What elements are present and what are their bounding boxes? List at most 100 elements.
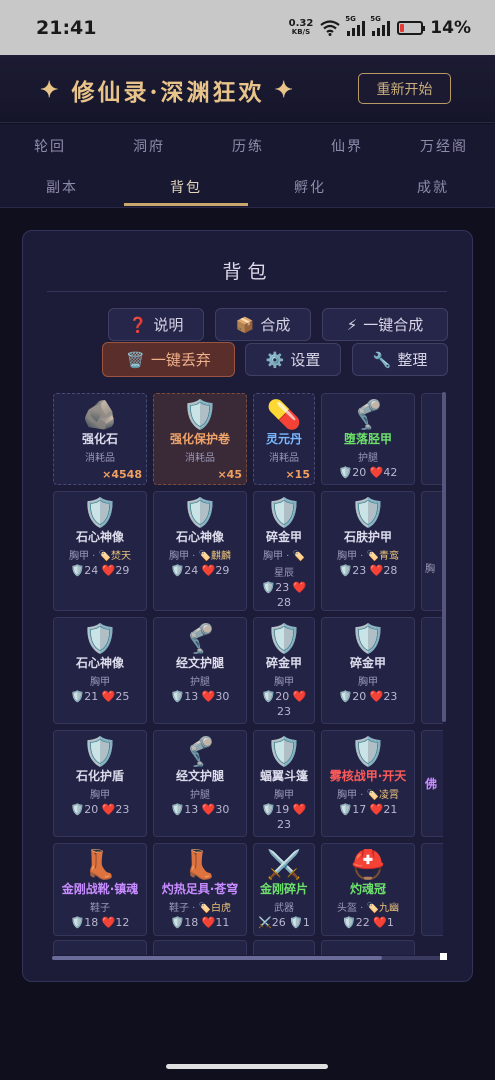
item-icon: 🦿 xyxy=(182,735,218,768)
item-type: 护腿 xyxy=(190,677,210,688)
inventory-item[interactable]: 🛡️ 石化护盾 胸甲 🛡️20 ❤️23 xyxy=(53,730,147,837)
item-icon: 🛡️ xyxy=(182,398,218,431)
item-name: 碎金甲 xyxy=(265,656,302,670)
inventory-item-partial[interactable] xyxy=(321,940,415,955)
tag-label: 🏷️ xyxy=(292,551,305,562)
sort-button[interactable]: 🔧 整理 xyxy=(352,343,448,376)
inventory-item[interactable]: ⛑️ 灼魂冠 头盔 · 🏷️九幽 🛡️22 ❤️1 xyxy=(321,843,415,936)
star-icon: ✦ xyxy=(40,77,62,103)
craft-button[interactable]: 📦 合成 xyxy=(215,308,311,341)
status-bar: 21:41 0.32 KB/S 5G 5G 14% xyxy=(0,0,495,55)
vertical-scrollbar[interactable] xyxy=(442,392,446,722)
item-icon: 🛡️ xyxy=(266,496,302,529)
star-icon: ✦ xyxy=(274,77,296,103)
item-type: 胸甲 xyxy=(90,677,110,688)
item-name: 灵元丹 xyxy=(265,432,302,446)
item-type: 消耗品 xyxy=(185,453,215,464)
item-name: 石心神像 xyxy=(75,656,124,670)
item-name: 石化护盾 xyxy=(75,769,124,783)
item-stats: 🛡️17 ❤️21 xyxy=(338,803,398,816)
inventory-item[interactable]: 🛡️ 碎金甲 胸甲 🛡️20 ❤️ 23 xyxy=(253,617,315,724)
item-icon: 🛡️ xyxy=(82,496,118,529)
active-tab-indicator xyxy=(124,203,248,206)
item-name: 灼魂冠 xyxy=(349,882,386,896)
inventory-item-partial[interactable] xyxy=(153,940,247,955)
inventory-item[interactable]: 🛡️ 石肤护甲 胸甲 · 🏷️青鸾 🛡️23 ❤️28 xyxy=(321,491,415,611)
item-icon: 🪨 xyxy=(82,398,118,431)
tab-lunhui[interactable]: 轮回 xyxy=(34,136,66,156)
item-icon: 🛡️ xyxy=(266,735,302,768)
inventory-item-partial[interactable]: 胸 xyxy=(421,491,443,611)
inventory-item-partial[interactable] xyxy=(421,617,443,724)
inventory-item[interactable]: 🪨 强化石 消耗品 ×4548 xyxy=(53,393,147,485)
inventory-item[interactable]: 🛡️ 碎金甲 胸甲 · 🏷️ 星辰 🛡️23 ❤️ 28 xyxy=(253,491,315,611)
inventory-item[interactable]: 🛡️ 石心神像 胸甲 🛡️21 ❤️25 xyxy=(53,617,147,724)
item-stats: 🛡️20 ❤️ 23 xyxy=(261,690,307,718)
inventory-item[interactable]: 🦿 经文护腿 护腿 🛡️13 ❤️30 xyxy=(153,617,247,724)
item-type: 鞋子 · 🏷️白虎 xyxy=(169,903,231,914)
panel-title: 背包 xyxy=(222,261,273,283)
help-button[interactable]: ❓ 说明 xyxy=(108,308,204,341)
inventory-item[interactable]: 👢 灼热足具·苍穹 鞋子 · 🏷️白虎 🛡️18 ❤️11 xyxy=(153,843,247,936)
box-icon: 📦 xyxy=(235,315,255,334)
tag-label: 🏷️凌霄 xyxy=(366,790,399,801)
inventory-item[interactable]: 🛡️ 石心神像 胸甲 · 🏷️麒麟 🛡️24 ❤️29 xyxy=(153,491,247,611)
inventory-item-partial[interactable] xyxy=(421,393,443,485)
item-name: 雾核战甲·开天 xyxy=(329,769,407,783)
tab-wanjingge[interactable]: 万经阁 xyxy=(420,136,468,156)
item-type: 胸甲 xyxy=(90,790,110,801)
item-quantity: ×45 xyxy=(217,468,242,481)
item-name: 石心神像 xyxy=(175,530,224,544)
header: ✦ 修仙录·深渊狂欢 ✦ 重新开始 xyxy=(0,55,495,123)
item-stats: 🛡️23 ❤️28 xyxy=(338,564,398,577)
discard-all-button[interactable]: 🗑️ 一键丢弃 xyxy=(102,342,235,377)
item-stats: ⚔️26 🛡️1 xyxy=(258,916,310,929)
inventory-item-partial[interactable] xyxy=(253,940,315,955)
inventory-item[interactable]: 👢 金刚战靴·镇魂 鞋子 🛡️18 ❤️12 xyxy=(53,843,147,936)
tag-label: 🏷️青鸾 xyxy=(366,551,399,562)
inventory-item-partial[interactable]: 佛 xyxy=(421,730,443,837)
inventory-item[interactable]: 🛡️ 碎金甲 胸甲 🛡️20 ❤️23 xyxy=(321,617,415,724)
scroll-corner xyxy=(440,953,447,960)
inventory-item[interactable]: 🛡️ 雾核战甲·开天 胸甲 · 🏷️凌霄 🛡️17 ❤️21 xyxy=(321,730,415,837)
item-icon: 🦿 xyxy=(350,398,386,431)
inventory-item[interactable]: 💊 灵元丹 消耗品 ×15 xyxy=(253,393,315,485)
item-name: 经文护腿 xyxy=(175,656,224,670)
tag-label: 🏷️麒麟 xyxy=(198,551,231,562)
item-type: 胸甲 · 🏷️凌霄 xyxy=(337,790,399,801)
wrench-icon: 🔧 xyxy=(372,350,392,369)
inventory-item-partial[interactable] xyxy=(421,843,443,936)
item-name: 强化石 xyxy=(81,432,118,446)
item-name: 灼热足具·苍穹 xyxy=(161,882,239,896)
inventory-item[interactable]: 🛡️ 石心神像 胸甲 · 🏷️焚天 🛡️24 ❤️29 xyxy=(53,491,147,611)
item-stats: 🛡️20 ❤️23 xyxy=(338,690,398,703)
restart-button[interactable]: 重新开始 xyxy=(358,73,451,104)
tab-lilian[interactable]: 历练 xyxy=(232,136,264,156)
inventory-item[interactable]: 🦿 堕落胫甲 护腿 🛡️20 ❤️42 xyxy=(321,393,415,485)
auto-craft-button[interactable]: ⚡ 一键合成 xyxy=(322,308,448,341)
tab-dongfu[interactable]: 洞府 xyxy=(133,136,165,156)
inventory-item[interactable]: 🦿 经文护腿 护腿 🛡️13 ❤️30 xyxy=(153,730,247,837)
inventory-item[interactable]: 🛡️ 蝠翼斗篷 胸甲 🛡️19 ❤️ 23 xyxy=(253,730,315,837)
inventory-item[interactable]: ⚔️ 金刚碎片 武器 ⚔️26 🛡️1 xyxy=(253,843,315,936)
item-icon: 🦿 xyxy=(182,622,218,655)
item-stats: 🛡️18 ❤️11 xyxy=(170,916,230,929)
tab-chengjiu[interactable]: 成就 xyxy=(417,177,449,197)
trash-icon: 🗑️ xyxy=(126,350,145,369)
tab-beibao[interactable]: 背包 xyxy=(170,177,202,197)
inventory-item-partial[interactable] xyxy=(53,940,147,955)
item-icon: ⚔️ xyxy=(266,848,302,881)
item-icon: 🛡️ xyxy=(350,622,386,655)
tab-xianjie[interactable]: 仙界 xyxy=(331,136,363,156)
tab-fuben[interactable]: 副本 xyxy=(46,177,78,197)
item-quantity: ×15 xyxy=(285,468,310,481)
battery-icon xyxy=(397,20,426,35)
item-icon: 🛡️ xyxy=(82,735,118,768)
horizontal-scrollbar[interactable] xyxy=(52,956,442,960)
tab-fuhua[interactable]: 孵化 xyxy=(294,177,326,197)
item-type: 胸甲 · 🏷️ xyxy=(263,551,305,562)
item-icon: 🛡️ xyxy=(350,735,386,768)
settings-button[interactable]: ⚙️ 设置 xyxy=(245,343,341,376)
inventory-item[interactable]: 🛡️ 强化保护卷 消耗品 ×45 xyxy=(153,393,247,485)
home-indicator[interactable] xyxy=(166,1064,328,1069)
